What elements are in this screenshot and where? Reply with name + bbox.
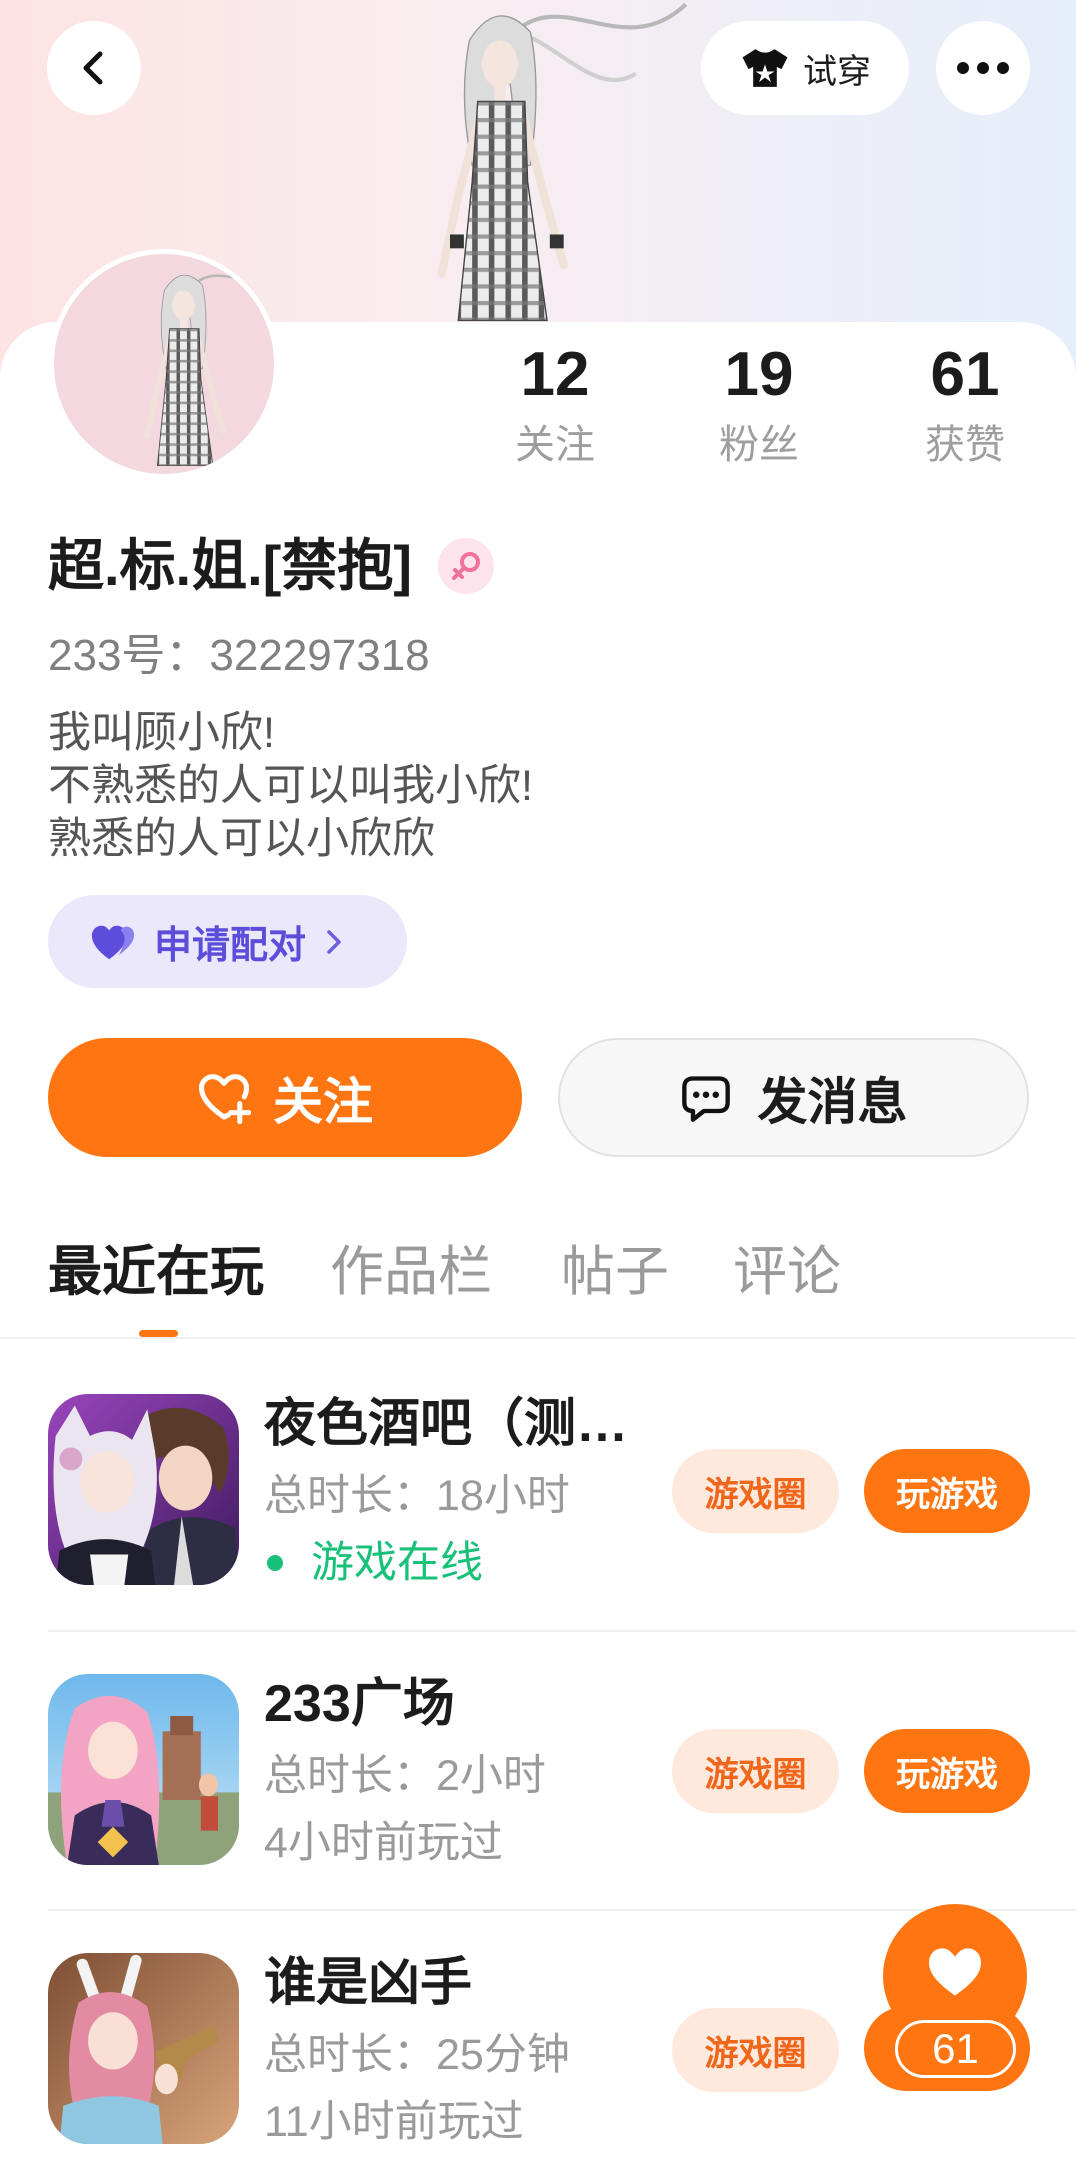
heart-plus-icon	[198, 1073, 251, 1124]
like-count: 61	[895, 2020, 1016, 2078]
active-tab-indicator	[139, 1330, 178, 1337]
chevron-right-icon	[327, 929, 341, 954]
tab-recently-played[interactable]: 最近在玩	[48, 1240, 264, 1304]
tab-posts[interactable]: 帖子	[561, 1240, 669, 1304]
message-button[interactable]: 发消息	[558, 1038, 1029, 1157]
stat-label: 粉丝	[719, 423, 799, 467]
avatar-image	[54, 254, 274, 474]
stat-label: 关注	[515, 423, 595, 467]
game-row[interactable]: 夜色酒吧（测… 总时长：18小时 游戏在线 游戏圈 玩游戏	[0, 1394, 1076, 1594]
chevron-left-icon	[83, 51, 103, 85]
game-title: 夜色酒吧（测…	[264, 1395, 629, 1453]
message-label: 发消息	[757, 1073, 908, 1130]
play-game-button[interactable]: 玩游戏	[864, 1729, 1030, 1813]
more-button[interactable]	[936, 21, 1030, 115]
try-on-label: 试穿	[803, 52, 871, 91]
game-icon[interactable]	[48, 1674, 239, 1865]
game-status-label: 游戏在线	[311, 1539, 483, 1587]
user-name: 超.标.姐.[禁抱]	[48, 534, 412, 597]
game-status-label: 4小时前玩过	[264, 1819, 503, 1867]
name-row: 超.标.姐.[禁抱]	[48, 534, 494, 598]
tab-works[interactable]: 作品栏	[330, 1240, 492, 1304]
back-button[interactable]	[47, 21, 141, 115]
stat-value: 12	[520, 340, 590, 409]
game-status-label: 11小时前玩过	[264, 2098, 524, 2146]
row-divider	[48, 1630, 1076, 1632]
pair-request-label: 申请配对	[154, 925, 307, 967]
shirt-icon	[742, 49, 788, 87]
game-duration: 总时长：18小时	[264, 1472, 570, 1520]
tab-comments[interactable]: 评论	[733, 1240, 841, 1304]
avatar-3d-figure[interactable]	[389, 0, 694, 322]
game-icon[interactable]	[48, 1953, 239, 2144]
stat-likes[interactable]: 61 获赞	[875, 344, 1055, 470]
bio-line: 不熟悉的人可以叫我小欣!	[48, 762, 533, 810]
stat-value: 61	[930, 340, 1000, 409]
follow-button[interactable]: 关注	[48, 1038, 522, 1157]
stat-followers[interactable]: 19 粉丝	[669, 344, 849, 470]
game-title: 233广场	[264, 1675, 455, 1733]
game-status: 游戏在线	[264, 1535, 483, 1591]
online-dot	[267, 1555, 283, 1571]
play-game-button[interactable]: 玩游戏	[864, 1449, 1030, 1533]
stat-following[interactable]: 12 关注	[465, 344, 645, 470]
avatar[interactable]	[49, 249, 279, 479]
game-status: 4小时前玩过	[264, 1815, 503, 1871]
more-dots-icon	[957, 62, 1009, 74]
female-icon	[437, 538, 494, 594]
game-row[interactable]: 233广场 总时长：2小时 4小时前玩过 游戏圈 玩游戏	[0, 1674, 1076, 1874]
stat-value: 19	[724, 340, 794, 409]
pair-request-button[interactable]: 申请配对	[48, 895, 407, 988]
game-circle-button[interactable]: 游戏圈	[672, 1729, 839, 1813]
bio-line: 我叫顾小欣!	[48, 709, 275, 757]
divider	[0, 1337, 1076, 1339]
game-duration: 总时长：25分钟	[264, 2031, 570, 2079]
game-icon[interactable]	[48, 1394, 239, 1585]
game-circle-button[interactable]: 游戏圈	[672, 1449, 839, 1533]
try-on-button[interactable]: 试穿	[701, 21, 909, 115]
bio: 我叫顾小欣! 不熟悉的人可以叫我小欣! 熟悉的人可以小欣欣	[48, 707, 533, 866]
heart-pair-icon	[91, 925, 135, 959]
game-status: 11小时前玩过	[264, 2094, 524, 2150]
heart-icon	[929, 1948, 981, 1996]
follow-label: 关注	[273, 1073, 373, 1130]
bio-line: 熟悉的人可以小欣欣	[48, 815, 435, 863]
game-duration: 总时长：2小时	[264, 1752, 546, 1800]
user-id: 233号：322297318	[48, 631, 430, 680]
game-title: 谁是凶手	[264, 1954, 473, 2012]
chat-bubble-icon	[681, 1075, 730, 1122]
game-circle-button[interactable]: 游戏圈	[672, 2008, 839, 2092]
stat-label: 获赞	[925, 423, 1005, 467]
